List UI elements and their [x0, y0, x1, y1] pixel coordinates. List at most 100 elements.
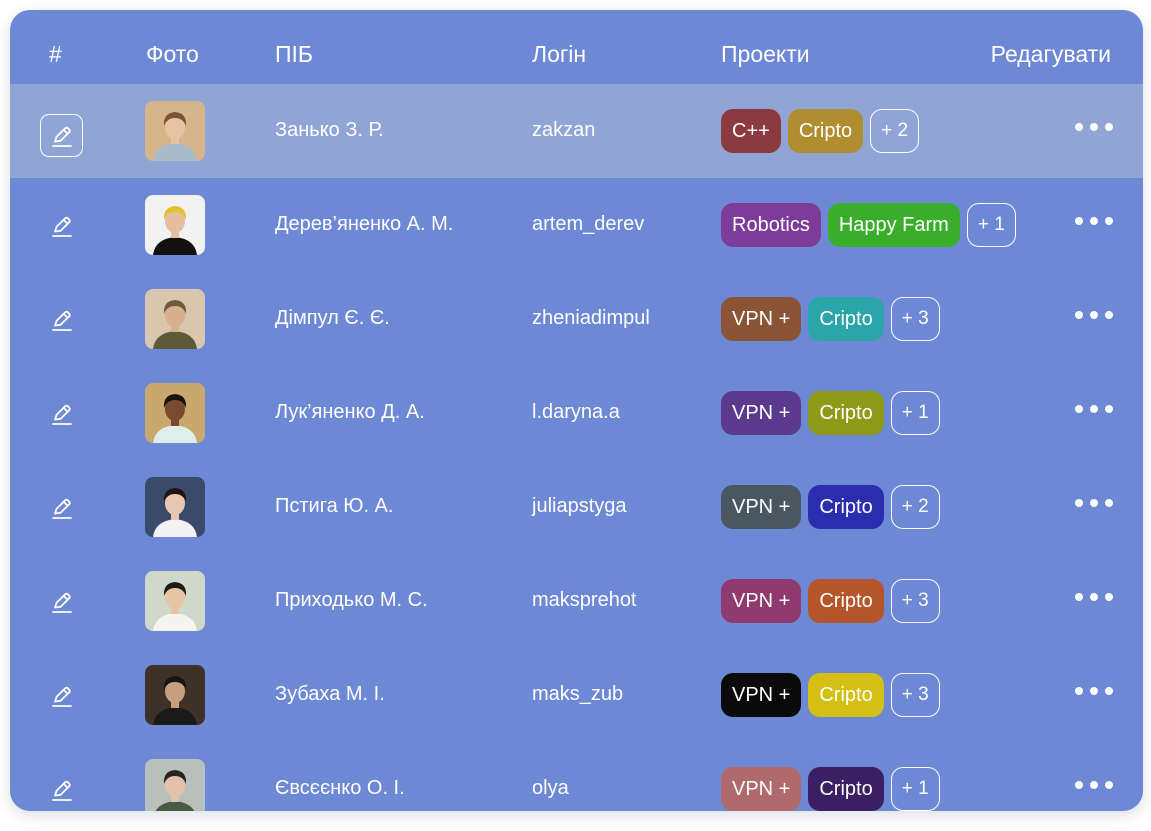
more-projects-badge[interactable]: + 3	[890, 579, 940, 623]
project-tag[interactable]: Cripto	[808, 673, 884, 717]
table-row[interactable]: Євсєєнко О. І. olya VPN + Cripto + 1	[10, 742, 1143, 811]
pencil-edit-icon	[48, 122, 76, 150]
column-header-edit: Редагувати	[990, 41, 1111, 67]
user-login: olya	[532, 777, 569, 799]
project-tag[interactable]: Cripto	[787, 109, 864, 153]
edit-button[interactable]	[40, 204, 83, 247]
user-login: zheniadimpul	[532, 307, 650, 329]
avatar	[145, 759, 205, 811]
more-actions-button[interactable]	[1075, 589, 1113, 605]
more-actions-button[interactable]	[1075, 777, 1113, 793]
table-body: Занько З. Р. zakzan C++ Cripto + 2 Дерев’янен…	[10, 84, 1143, 811]
table-row[interactable]: Занько З. Р. zakzan C++ Cripto + 2	[10, 84, 1143, 178]
avatar	[145, 665, 205, 725]
more-actions-button[interactable]	[1075, 683, 1113, 699]
avatar	[145, 101, 205, 161]
project-tags: VPN + Cripto + 1	[721, 767, 940, 811]
project-tags: VPN + Cripto + 3	[721, 297, 940, 341]
more-dots-icon	[1075, 499, 1113, 507]
more-dots-icon	[1075, 687, 1113, 695]
user-full-name: Дімпул Є. Є.	[275, 307, 390, 329]
pencil-edit-icon	[48, 494, 76, 522]
table-row[interactable]: Приходько М. С. maksprehot VPN + Cripto + 3	[10, 554, 1143, 648]
more-projects-badge[interactable]: + 2	[890, 485, 940, 529]
edit-button[interactable]	[40, 298, 83, 341]
user-login: maks_zub	[532, 683, 624, 705]
project-tag[interactable]: VPN +	[721, 673, 802, 717]
user-login: l.daryna.a	[532, 401, 620, 423]
pencil-edit-icon	[48, 588, 76, 616]
project-tag[interactable]: Cripto	[808, 485, 884, 529]
user-full-name: Занько З. Р.	[275, 119, 384, 141]
project-tags: VPN + Cripto + 3	[721, 579, 940, 623]
pencil-edit-icon	[48, 682, 76, 710]
edit-button[interactable]	[40, 392, 83, 435]
project-tag[interactable]: Cripto	[808, 297, 884, 341]
more-projects-badge[interactable]: + 1	[890, 767, 940, 811]
more-dots-icon	[1075, 781, 1113, 789]
project-tags: VPN + Cripto + 1	[721, 391, 940, 435]
table-row[interactable]: Дерев’яненко А. М. artem_derev Robotics Hap…	[10, 178, 1143, 272]
edit-button[interactable]	[40, 768, 83, 811]
table-header: # Фото ПІБ Логін Проекти Редагувати	[10, 10, 1143, 84]
user-full-name: Євсєєнко О. І.	[275, 777, 405, 799]
more-projects-badge[interactable]: + 3	[890, 297, 940, 341]
user-login: maksprehot	[532, 589, 637, 611]
project-tag[interactable]: Cripto	[808, 767, 884, 811]
pencil-edit-icon	[48, 212, 76, 240]
project-tags: C++ Cripto + 2	[721, 109, 920, 153]
more-actions-button[interactable]	[1075, 307, 1113, 323]
more-actions-button[interactable]	[1075, 495, 1113, 511]
user-full-name: Зубаха М. І.	[275, 683, 385, 705]
pencil-edit-icon	[48, 400, 76, 428]
table-row[interactable]: Пстига Ю. А. juliapstyga VPN + Cripto + 2	[10, 460, 1143, 554]
edit-button[interactable]	[40, 114, 83, 157]
project-tags: VPN + Cripto + 2	[721, 485, 940, 529]
column-header-number: #	[49, 41, 62, 67]
table-row[interactable]: Дімпул Є. Є. zheniadimpul VPN + Cripto + 3	[10, 272, 1143, 366]
avatar	[145, 195, 205, 255]
project-tag[interactable]: VPN +	[721, 485, 802, 529]
project-tag[interactable]: VPN +	[721, 391, 802, 435]
avatar	[145, 289, 205, 349]
column-header-login: Логін	[532, 41, 587, 67]
table-row[interactable]: Лук’яненко Д. А. l.daryna.a VPN + Cripto + 1	[10, 366, 1143, 460]
project-tag[interactable]: Cripto	[808, 579, 884, 623]
more-actions-button[interactable]	[1075, 401, 1113, 417]
pencil-edit-icon	[48, 776, 76, 804]
more-dots-icon	[1075, 311, 1113, 319]
edit-button[interactable]	[40, 674, 83, 717]
more-dots-icon	[1075, 217, 1113, 225]
project-tag[interactable]: C++	[721, 109, 781, 153]
more-dots-icon	[1075, 123, 1113, 131]
table-row[interactable]: Зубаха М. І. maks_zub VPN + Cripto + 3	[10, 648, 1143, 742]
project-tag[interactable]: VPN +	[721, 297, 802, 341]
pencil-edit-icon	[48, 306, 76, 334]
more-actions-button[interactable]	[1075, 213, 1113, 229]
user-full-name: Пстига Ю. А.	[275, 495, 394, 517]
edit-button[interactable]	[40, 580, 83, 623]
more-actions-button[interactable]	[1075, 119, 1113, 135]
more-projects-badge[interactable]: + 1	[890, 391, 940, 435]
project-tag[interactable]: Robotics	[721, 203, 821, 247]
project-tag[interactable]: VPN +	[721, 579, 802, 623]
user-full-name: Дерев’яненко А. М.	[275, 213, 454, 235]
user-login: juliapstyga	[532, 495, 627, 517]
users-table-card: # Фото ПІБ Логін Проекти Редагувати Зань…	[10, 10, 1143, 811]
project-tag[interactable]: Cripto	[808, 391, 884, 435]
avatar	[145, 383, 205, 443]
user-full-name: Приходько М. С.	[275, 589, 428, 611]
more-dots-icon	[1075, 405, 1113, 413]
column-header-projects: Проекти	[721, 41, 810, 67]
project-tag[interactable]: Happy Farm	[827, 203, 960, 247]
user-login: zakzan	[532, 119, 596, 141]
more-dots-icon	[1075, 593, 1113, 601]
column-header-photo: Фото	[146, 41, 199, 67]
user-login: artem_derev	[532, 213, 645, 235]
project-tag[interactable]: VPN +	[721, 767, 802, 811]
more-projects-badge[interactable]: + 1	[966, 203, 1016, 247]
more-projects-badge[interactable]: + 3	[890, 673, 940, 717]
project-tags: VPN + Cripto + 3	[721, 673, 940, 717]
more-projects-badge[interactable]: + 2	[870, 109, 920, 153]
edit-button[interactable]	[40, 486, 83, 529]
